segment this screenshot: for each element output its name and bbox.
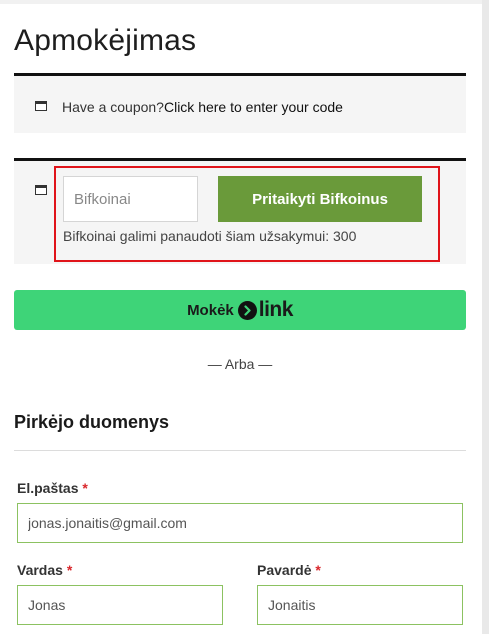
email-label: El.paštas * xyxy=(17,480,88,496)
link-arrow-icon xyxy=(237,300,257,320)
bifkoinai-info: Bifkoinai galimi panaudoti šiam užsakymu… xyxy=(63,228,357,244)
buyer-section-title: Pirkėjo duomenys xyxy=(14,412,170,432)
last-name-label-text: Pavardė xyxy=(257,562,312,578)
link-brand: link xyxy=(258,298,294,321)
last-name-label: Pavardė * xyxy=(257,562,321,578)
section-divider xyxy=(14,450,466,451)
apply-bifkoinai-button[interactable]: Pritaikyti Bifkoinus xyxy=(218,176,422,222)
window-icon xyxy=(35,101,47,111)
bifkoinai-input[interactable] xyxy=(63,176,198,222)
required-mark: * xyxy=(66,562,73,578)
coupon-text: Have a coupon?Click here to enter your c… xyxy=(62,99,343,115)
pay-with-link-button[interactable]: Mokėk link xyxy=(14,290,466,330)
or-separator: — Arba — xyxy=(207,356,273,372)
first-name-field[interactable] xyxy=(17,585,223,625)
last-name-field[interactable] xyxy=(257,585,463,625)
coupon-link[interactable]: Click here to enter your code xyxy=(164,99,343,115)
required-mark: * xyxy=(315,562,321,578)
email-field[interactable] xyxy=(17,503,463,543)
top-edge xyxy=(0,0,482,4)
first-name-label-text: Vardas xyxy=(17,562,63,578)
required-mark: * xyxy=(82,480,88,496)
email-label-text: El.paštas xyxy=(17,480,79,496)
page-title: Apmokėjimas xyxy=(14,24,197,57)
window-icon xyxy=(35,185,47,195)
coupon-notice: Have a coupon?Click here to enter your c… xyxy=(14,73,466,133)
pay-label: Mokėk xyxy=(187,301,234,319)
coupon-prefix: Have a coupon? xyxy=(62,99,164,115)
first-name-label: Vardas * xyxy=(17,562,72,578)
scrollbar-track[interactable] xyxy=(482,0,489,634)
